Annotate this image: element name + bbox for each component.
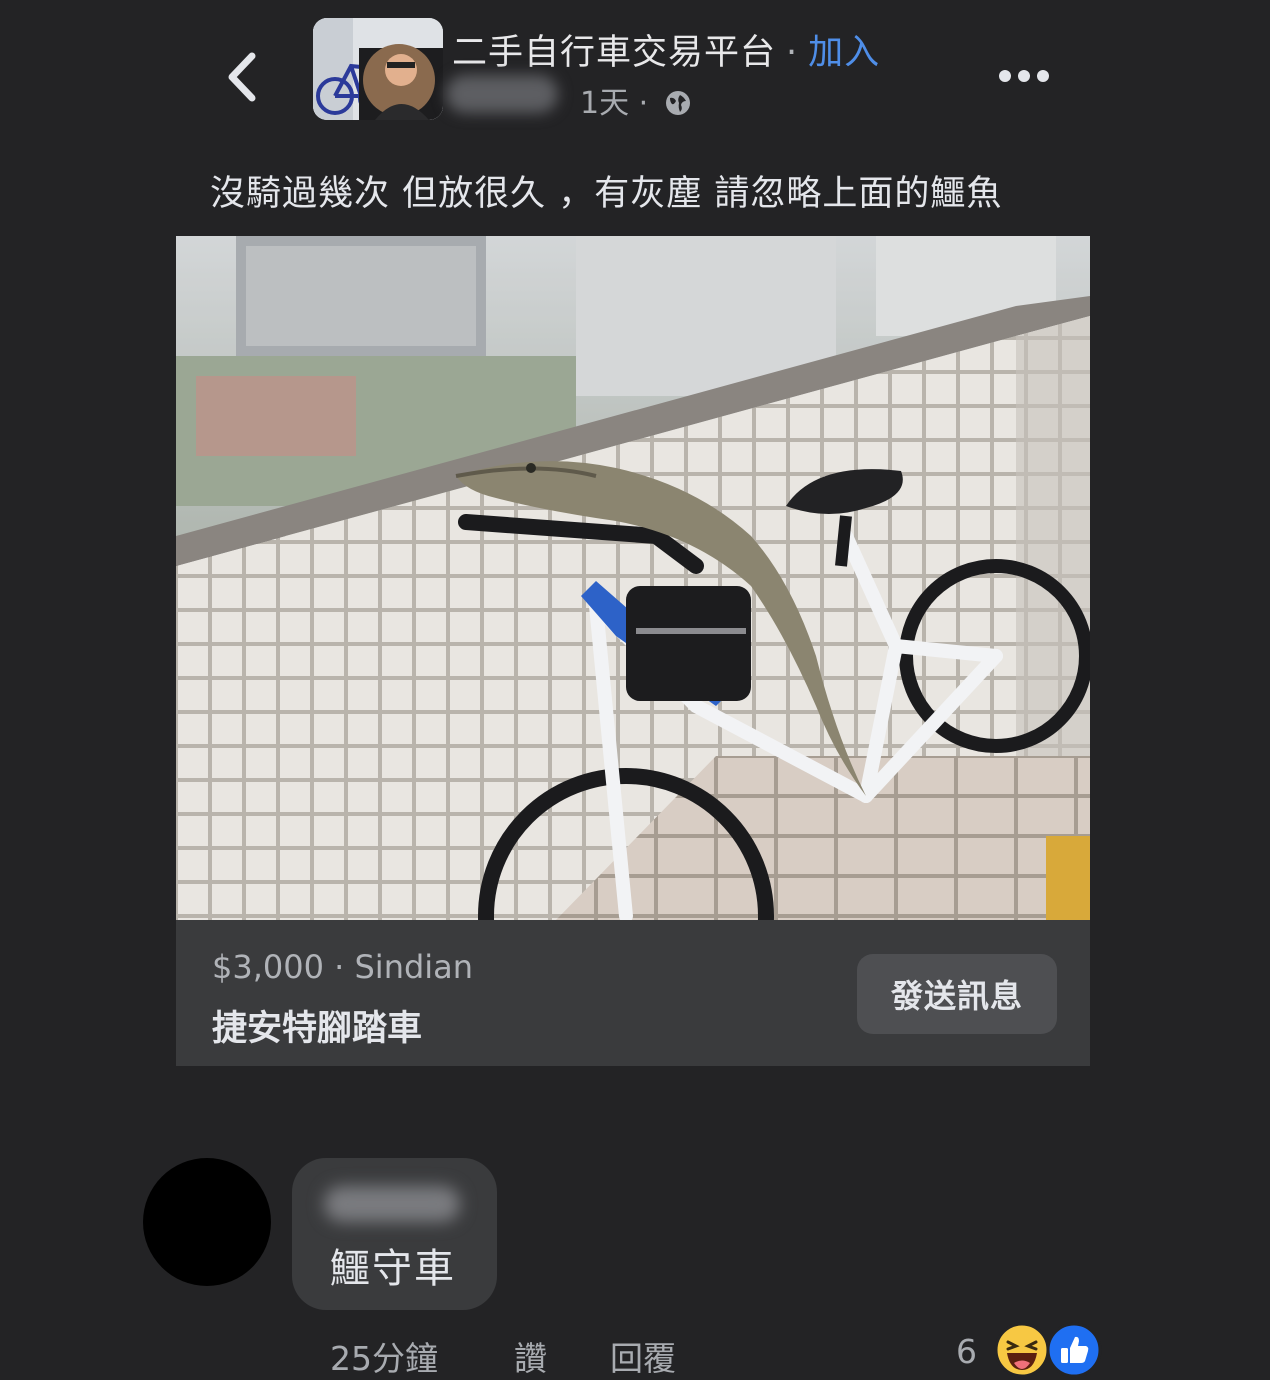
reply-comment-button[interactable]: 回覆 [610,1332,676,1380]
comment-time[interactable]: 25分鐘 [330,1332,500,1380]
listing-price: $3,000 [212,948,324,986]
reaction-count[interactable]: 6 [956,1332,977,1371]
group-avatar[interactable] [313,18,443,120]
listing-card[interactable]: $3,000 · Sindian 捷安特腳踏車 發送訊息 [176,920,1090,1066]
listing-location: Sindian [354,948,474,986]
listing-photo-image [176,236,1090,920]
comment-bubble[interactable]: 鱷守車 [292,1158,497,1310]
title-separator: · [786,33,799,73]
comment-text: 鱷守車 [330,1246,456,1292]
like-comment-button[interactable]: 讚 [514,1332,610,1380]
post-meta: 1天 · [580,78,692,122]
post-time[interactable]: 1天 [580,86,629,121]
listing-separator: · [334,948,345,986]
more-options-button[interactable] [996,58,1052,94]
comment-actions: 25分鐘讚回覆 [330,1332,676,1380]
back-button[interactable] [218,50,268,104]
group-name[interactable]: 二手自行車交易平台 [452,33,776,73]
chevron-left-icon [228,52,256,102]
globe-icon [665,91,690,115]
send-message-button[interactable]: 發送訊息 [857,954,1057,1034]
meta-separator: · [638,86,649,121]
listing-title: 捷安特腳踏車 [212,1009,423,1049]
commenter-avatar[interactable] [143,1158,271,1286]
haha-icon[interactable] [994,1322,1050,1378]
blurred-commenter-name[interactable] [324,1186,460,1222]
post-text: 沒騎過幾次 但放很久 ，有灰塵 請忽略上面的鱷魚 [210,174,1003,214]
join-group-link[interactable]: 加入 [808,33,880,73]
group-avatar-image [313,18,443,120]
listing-photo[interactable] [176,236,1090,920]
more-dots-icon [999,70,1049,82]
group-title: 二手自行車交易平台 · 加入 [452,24,880,75]
blurred-author-name[interactable] [446,75,558,113]
listing-price-location: $3,000 · Sindian [212,948,473,986]
like-icon[interactable] [1046,1322,1102,1378]
